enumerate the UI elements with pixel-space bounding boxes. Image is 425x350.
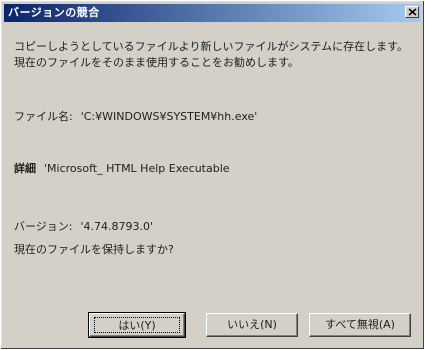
detail-value: 'Microsoft_ HTML Help Executable [44, 162, 230, 175]
detail-label: 詳細 [14, 162, 36, 175]
file-name-row: ファイル名: 'C:¥WINDOWS¥SYSTEM¥hh.exe' [14, 109, 257, 125]
detail-row: 詳細 'Microsoft_ HTML Help Executable [14, 161, 230, 177]
keep-file-question: 現在のファイルを保持しますか? [14, 243, 174, 256]
title-bar[interactable]: バージョンの競合 [4, 4, 421, 22]
version-conflict-dialog: バージョンの競合 コピーしようとしているファイルより新しいファイルがシステムに存… [0, 0, 425, 350]
version-label: バージョン: [14, 220, 73, 233]
version-row: バージョン: '4.74.8793.0' [14, 219, 153, 235]
close-icon [408, 8, 417, 16]
close-button[interactable] [405, 6, 419, 18]
message-line-2: 現在のファイルをそのまま使用することをお勧めします。 [14, 56, 299, 69]
file-name-label: ファイル名: [14, 110, 73, 123]
yes-button[interactable]: はい(Y) [88, 312, 186, 338]
dialog-title: バージョンの競合 [8, 6, 100, 19]
message-line-1: コピーしようとしているファイルより新しいファイルがシステムに存在します。 [14, 40, 409, 53]
yes-button-label: はい(Y) [94, 317, 180, 333]
version-value: '4.74.8793.0' [80, 220, 154, 233]
file-name-value: 'C:¥WINDOWS¥SYSTEM¥hh.exe' [80, 110, 258, 123]
ignore-all-button[interactable]: すべて無視(A) [309, 313, 411, 337]
no-button[interactable]: いいえ(N) [206, 313, 298, 337]
